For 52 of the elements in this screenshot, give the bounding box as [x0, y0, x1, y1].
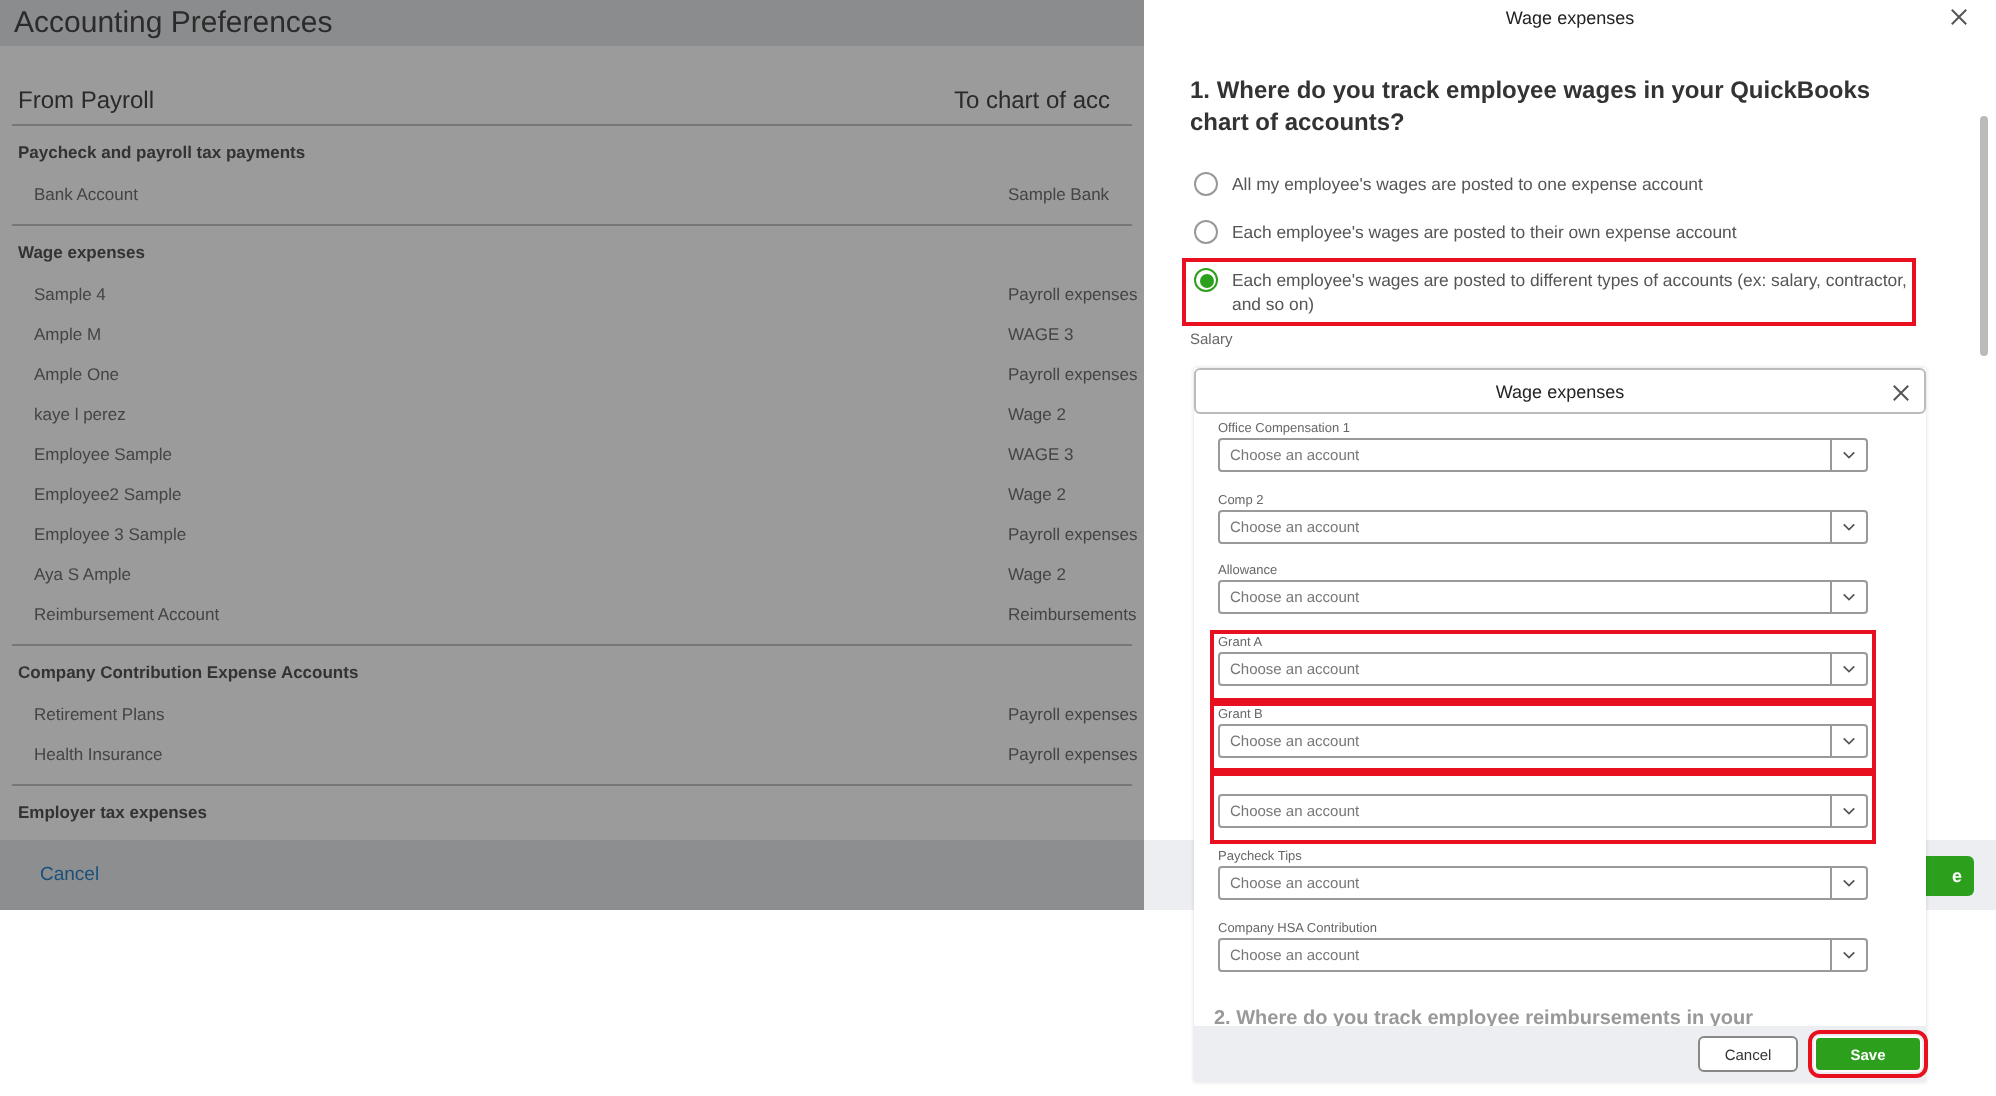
- table-cell-text: kaye l perez: [34, 404, 128, 424]
- table-cell-text: Bank Account: [34, 184, 140, 204]
- chevron-down-icon: [1842, 735, 1856, 746]
- table-cell-text: Wage 2: [1008, 484, 1068, 504]
- dialog-title: Wage expenses: [1495, 381, 1625, 401]
- table-cell-text: Aya S Ample: [34, 564, 134, 584]
- page-title: Accounting Preferences: [14, 6, 333, 40]
- section-title: Company Contribution Expense Accounts: [16, 662, 361, 686]
- section-title: Paycheck and payroll tax payments: [16, 142, 308, 166]
- chevron-down-icon: [1842, 664, 1856, 675]
- table-cell-text: Ample M: [34, 324, 104, 344]
- table-cell: Payroll expenses: [1008, 704, 1138, 724]
- table-cell-text: Sample Bank: [1008, 184, 1112, 204]
- radio-option[interactable]: Each employee's wages are posted to their own expense account: [1182, 210, 1916, 254]
- radio-option[interactable]: Each employee's wages are posted to different types of accounts (ex: salary, contractor, and so on): [1182, 258, 1916, 326]
- table-cell-text: Reimbursement Account: [34, 604, 222, 624]
- panel-title: Wage expenses: [1505, 8, 1635, 28]
- table-cell-text: Retirement Plans: [34, 704, 167, 724]
- table-cell: Reimbursements: [1008, 604, 1137, 624]
- radio-icon: [1194, 172, 1218, 196]
- table-cell-text: WAGE 3: [1008, 444, 1076, 464]
- scrollbar[interactable]: [1980, 116, 1988, 356]
- close-icon[interactable]: [1892, 384, 1910, 402]
- radio-option[interactable]: All my employee's wages are posted to one expense account: [1182, 162, 1916, 206]
- table-cell-text: Wage 2: [1008, 564, 1068, 584]
- table-cell: Payroll expenses: [1008, 284, 1138, 304]
- radio-icon: [1194, 268, 1218, 292]
- radio-icon: [1194, 220, 1218, 244]
- table-cell-text: Wage 2: [1008, 404, 1068, 424]
- close-icon[interactable]: [1950, 8, 1968, 26]
- table-cell-text: Employee Sample: [34, 444, 174, 464]
- table-cell: Payroll expenses: [1008, 524, 1138, 544]
- table-cell: Payroll expenses: [1008, 744, 1138, 764]
- table-cell: Payroll expenses: [1008, 364, 1138, 384]
- chevron-down-icon: [1842, 949, 1856, 960]
- column-header: From Payroll: [18, 85, 155, 113]
- section-title: Wage expenses: [16, 242, 147, 266]
- chevron-down-icon: [1842, 450, 1856, 460]
- section-title: Employer tax expenses: [16, 802, 209, 826]
- chevron-down-icon: [1842, 592, 1856, 603]
- table-cell-text: Employee 3 Sample: [34, 524, 189, 544]
- table-cell-text: Employee2 Sample: [34, 484, 184, 504]
- table-cell-text: Ample One: [34, 364, 122, 384]
- column-header: To chart of acc: [953, 85, 1110, 113]
- table-cell-text: WAGE 3: [1008, 324, 1076, 344]
- chevron-down-icon: [1842, 878, 1856, 889]
- chevron-down-icon: [1842, 806, 1856, 817]
- table-cell-text: Sample 4: [34, 284, 108, 304]
- chevron-down-icon: [1842, 521, 1856, 532]
- question: 1. Where do you track employee wages in your QuickBooks chart of accounts?: [1190, 74, 1873, 138]
- cancel-link[interactable]: Cancel: [40, 864, 100, 886]
- table-cell-text: Health Insurance: [34, 744, 165, 764]
